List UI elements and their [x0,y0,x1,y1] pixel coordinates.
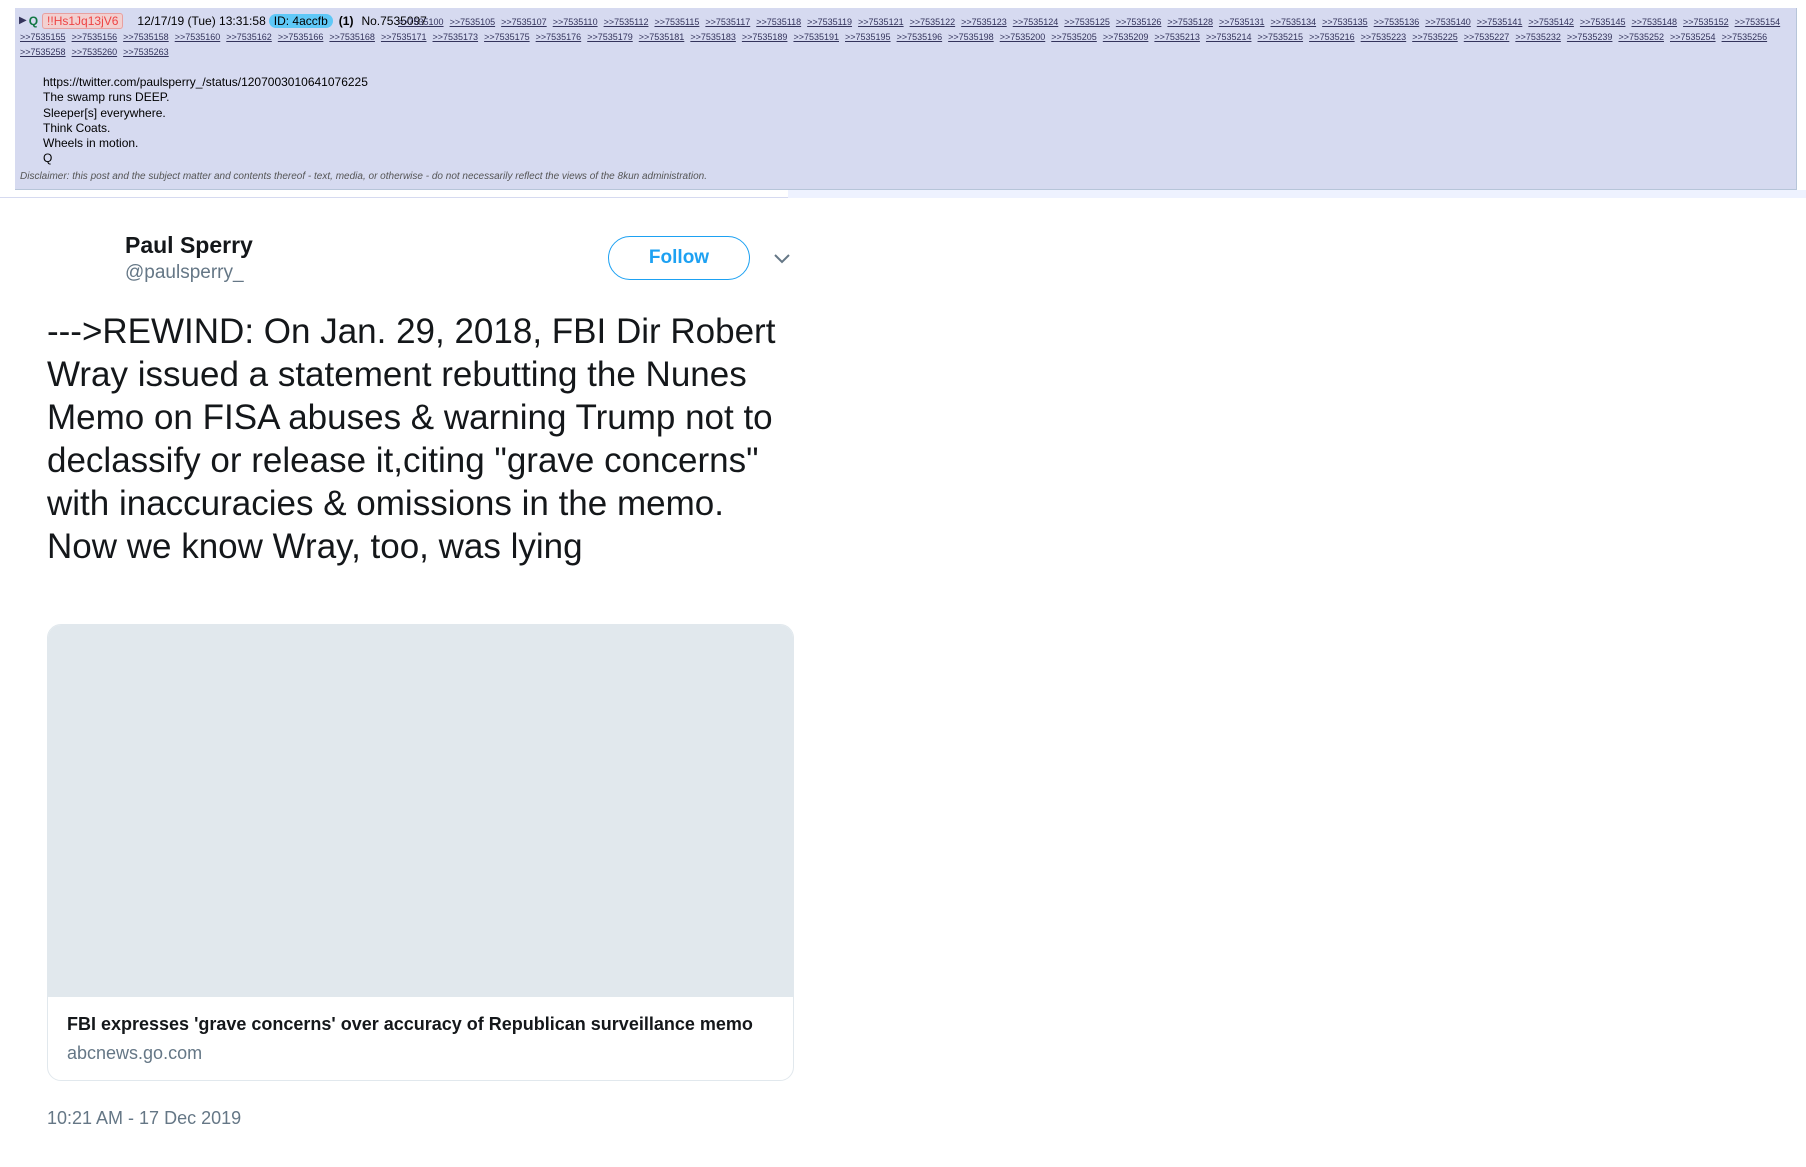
embedded-tweet: Paul Sperry @paulsperry_ Follow --->REWI… [0,200,800,1167]
backlink[interactable]: >>7535195 [845,30,891,45]
backlink[interactable]: >>7535145 [1580,15,1626,30]
backlink[interactable]: >>7535171 [381,30,427,45]
backlinks: >>7535100 >>7535105 >>7535107 >>7535110 >>75… [20,15,1790,60]
backlink[interactable]: >>7535123 [961,15,1007,30]
backlink[interactable]: >>7535263 [123,45,169,60]
backlink[interactable]: >>7535166 [278,30,324,45]
backlink[interactable]: >>7535162 [226,30,272,45]
author-name[interactable]: Paul Sperry [125,232,253,259]
backlink[interactable]: >>7535158 [123,30,169,45]
backlink[interactable]: >>7535168 [329,30,375,45]
follow-button[interactable]: Follow [608,236,750,280]
backlink[interactable]: >>7535198 [948,30,994,45]
tweet-text: --->REWIND: On Jan. 29, 2018, FBI Dir Ro… [47,312,776,566]
backlink[interactable]: >>7535160 [175,30,221,45]
backlink[interactable]: >>7535254 [1670,30,1716,45]
author-handle[interactable]: @paulsperry_ [125,262,244,284]
divider [0,197,788,198]
backlink[interactable]: >>7535148 [1631,15,1677,30]
backlink[interactable]: >>7535216 [1309,30,1355,45]
backlink[interactable]: >>7535131 [1219,15,1265,30]
backlink[interactable]: >>7535179 [587,30,633,45]
backlink[interactable]: >>7535176 [536,30,582,45]
tweet-timestamp[interactable]: 10:21 AM - 17 Dec 2019 [47,1108,241,1129]
card-domain: abcnews.go.com [67,1043,203,1063]
backlink[interactable]: >>7535122 [910,15,956,30]
backlink[interactable]: >>7535117 [705,15,750,30]
backlink[interactable]: >>7535125 [1064,15,1110,30]
backlink[interactable]: >>7535118 [756,15,801,30]
backlink[interactable]: >>7535119 [807,15,852,30]
backlink[interactable]: >>7535227 [1464,30,1510,45]
backlink[interactable]: >>7535136 [1374,15,1420,30]
backlink[interactable]: >>7535258 [20,45,66,60]
post-signature: Q [43,151,53,166]
card-title[interactable]: FBI expresses 'grave concerns' over accu… [67,1014,777,1035]
backlink[interactable]: >>7535112 [604,15,649,30]
post-body: https://twitter.com/paulsperry_/status/1… [43,75,368,167]
backlink[interactable]: >>7535173 [433,30,479,45]
backlink[interactable]: >>7535215 [1258,30,1304,45]
backlink[interactable]: >>7535209 [1103,30,1149,45]
backlink[interactable]: >>7535121 [858,15,904,30]
backlink[interactable]: >>7535260 [72,45,118,60]
backlink[interactable]: >>7535239 [1567,30,1613,45]
backlink[interactable]: >>7535154 [1735,15,1781,30]
backlink[interactable]: >>7535110 [553,15,598,30]
backlink[interactable]: >>7535124 [1013,15,1059,30]
link-card[interactable]: FBI expresses 'grave concerns' over accu… [47,624,794,1081]
tweet-url-link[interactable]: https://twitter.com/paulsperry_/status/1… [43,75,368,90]
disclaimer: Disclaimer: this post and the subject ma… [20,171,707,182]
backlink[interactable]: >>7535213 [1154,30,1200,45]
backlink[interactable]: >>7535189 [742,30,788,45]
backlink[interactable]: >>7535183 [690,30,736,45]
backlink[interactable]: >>7535256 [1722,30,1768,45]
card-image[interactable] [48,625,793,997]
backlink[interactable]: >>7535252 [1618,30,1664,45]
backlink[interactable]: >>7535175 [484,30,530,45]
post-line: Think Coats. [43,120,111,135]
backlink[interactable]: >>7535100 [398,15,444,30]
backlink[interactable]: >>7535140 [1425,15,1471,30]
backlink[interactable]: >>7535115 [654,15,699,30]
post-line: Sleeper[s] everywhere. [43,105,166,120]
chevron-down-icon[interactable] [772,252,792,266]
backlink[interactable]: >>7535196 [897,30,943,45]
background-strip [788,190,1806,198]
backlink[interactable]: >>7535205 [1051,30,1097,45]
backlink[interactable]: >>7535232 [1515,30,1561,45]
backlink[interactable]: >>7535126 [1116,15,1162,30]
backlink[interactable]: >>7535191 [793,30,839,45]
post-line: The swamp runs DEEP. [43,90,170,105]
backlink[interactable]: >>7535141 [1477,15,1523,30]
backlink[interactable]: >>7535225 [1412,30,1458,45]
backlink[interactable]: >>7535156 [72,30,118,45]
backlink[interactable]: >>7535200 [1000,30,1046,45]
backlink[interactable]: >>7535105 [450,15,496,30]
backlink[interactable]: >>7535223 [1361,30,1407,45]
backlink[interactable]: >>7535152 [1683,15,1729,30]
backlink[interactable]: >>7535128 [1167,15,1213,30]
backlink[interactable]: >>7535142 [1528,15,1574,30]
backlink[interactable]: >>7535107 [501,15,547,30]
post-line: Wheels in motion. [43,136,139,151]
backlink[interactable]: >>7535155 [20,30,66,45]
backlink[interactable]: >>7535135 [1322,15,1368,30]
backlink[interactable]: >>7535214 [1206,30,1252,45]
backlink[interactable]: >>7535134 [1271,15,1317,30]
q-post: ▶ Q !!Hs1Jq13jV6 12/17/19 (Tue) 13:31:58 ID:… [15,8,1797,190]
backlink[interactable]: >>7535181 [639,30,685,45]
